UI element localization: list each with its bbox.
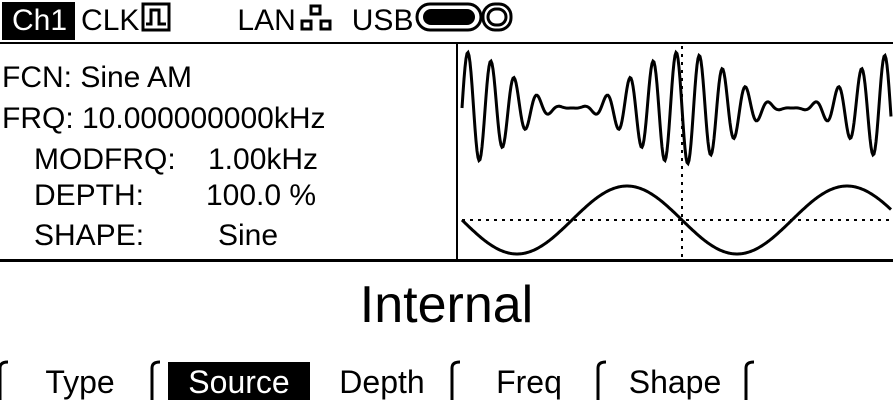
waveform-plot (460, 46, 893, 258)
shape-value: Sine (218, 219, 279, 252)
softkey-depth[interactable]: Depth (314, 360, 450, 400)
parameter-panel: FCN: Sine AM FRQ: 10.000000000kHz MODFRQ… (0, 44, 458, 260)
clk-label: CLK (81, 4, 140, 37)
clk-indicator: CLK (81, 2, 171, 40)
depth-label: DEPTH: (34, 179, 145, 212)
softkey-source-highlight[interactable]: Source (168, 362, 310, 400)
softkey-source[interactable]: Source (168, 360, 310, 400)
softkey-freq[interactable]: Freq (464, 360, 594, 400)
horizontal-divider (0, 259, 893, 262)
main-value-display[interactable]: Internal (0, 275, 893, 335)
square-wave-icon (141, 2, 171, 40)
lan-label: LAN (237, 4, 296, 37)
function-generator-screen: Ch1 CLK LAN USB FCN: Sine AM FRQ: 10.000… (0, 0, 893, 400)
depth-value: 100.0 % (206, 179, 317, 212)
network-icon (300, 2, 334, 40)
usb-drive-icon (415, 0, 515, 42)
function-readout: FCN: Sine AM (2, 61, 193, 94)
usb-label: USB (351, 4, 414, 37)
usb-indicator: USB (352, 0, 516, 42)
softkey-shape[interactable]: Shape (608, 360, 742, 400)
status-bar: Ch1 CLK LAN USB (0, 0, 893, 44)
shape-label: SHAPE: (34, 219, 145, 252)
waveform-display (458, 44, 893, 260)
am-carrier-trace (460, 49, 893, 167)
modfrq-value: 1.00kHz (208, 143, 319, 176)
lan-indicator: LAN (237, 2, 333, 40)
modfrq-label: MODFRQ: (34, 143, 176, 176)
softkey-empty[interactable] (756, 360, 892, 400)
channel-indicator[interactable]: Ch1 (2, 2, 76, 40)
frequency-readout: FRQ: 10.000000000kHz (2, 102, 326, 135)
softkey-type[interactable]: Type (10, 360, 150, 400)
softkey-bar: Type Source Depth Freq Shape (0, 360, 893, 400)
